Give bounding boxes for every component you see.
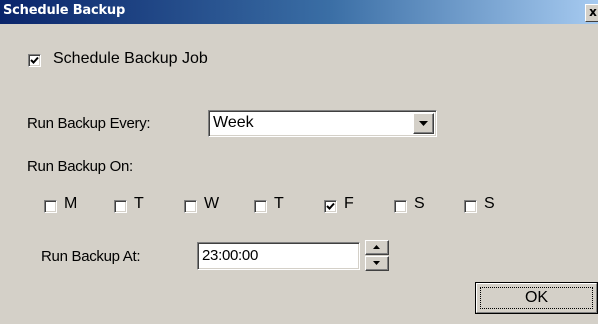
time-spin-up-button[interactable] — [365, 240, 389, 255]
chevron-down-icon — [419, 121, 428, 126]
day-checkbox-friday[interactable] — [324, 200, 337, 213]
schedule-backup-job-label: Schedule Backup Job — [53, 50, 208, 67]
day-checkbox-sunday[interactable] — [464, 200, 477, 213]
close-button[interactable]: x — [585, 4, 598, 22]
day-label-tuesday: T — [134, 195, 144, 212]
day-label-monday: M — [64, 195, 78, 212]
triangle-down-icon — [373, 261, 380, 265]
ok-button[interactable]: OK — [475, 282, 598, 314]
window-title: Schedule Backup — [3, 3, 126, 18]
run-backup-every-value: Week — [213, 114, 254, 131]
day-checkbox-wednesday[interactable] — [184, 200, 197, 213]
day-checkbox-tuesday[interactable] — [114, 200, 127, 213]
checkmark-icon — [30, 56, 39, 64]
day-label-friday: F — [344, 195, 354, 212]
title-bar: Schedule Backup x — [0, 0, 598, 24]
day-label-sunday: S — [484, 195, 495, 212]
run-backup-on-label: Run Backup On: — [27, 158, 133, 175]
run-backup-at-value: 23:00:00 — [202, 247, 258, 264]
day-label-saturday: S — [414, 195, 425, 212]
run-backup-at-label: Run Backup At: — [41, 248, 141, 265]
schedule-backup-job-checkbox[interactable] — [28, 54, 41, 67]
dropdown-button[interactable] — [413, 113, 434, 134]
day-label-wednesday: W — [204, 195, 220, 212]
checkmark-icon — [326, 202, 335, 210]
triangle-up-icon — [373, 245, 380, 249]
run-backup-every-label: Run Backup Every: — [27, 115, 151, 132]
time-spin-down-button[interactable] — [365, 256, 389, 271]
day-checkbox-saturday[interactable] — [394, 200, 407, 213]
day-label-thursday: T — [274, 195, 284, 212]
run-backup-at-input[interactable]: 23:00:00 — [197, 242, 360, 270]
day-checkbox-monday[interactable] — [44, 200, 57, 213]
day-checkbox-thursday[interactable] — [254, 200, 267, 213]
run-backup-every-select[interactable]: Week — [208, 110, 437, 137]
ok-button-label: OK — [524, 289, 549, 306]
